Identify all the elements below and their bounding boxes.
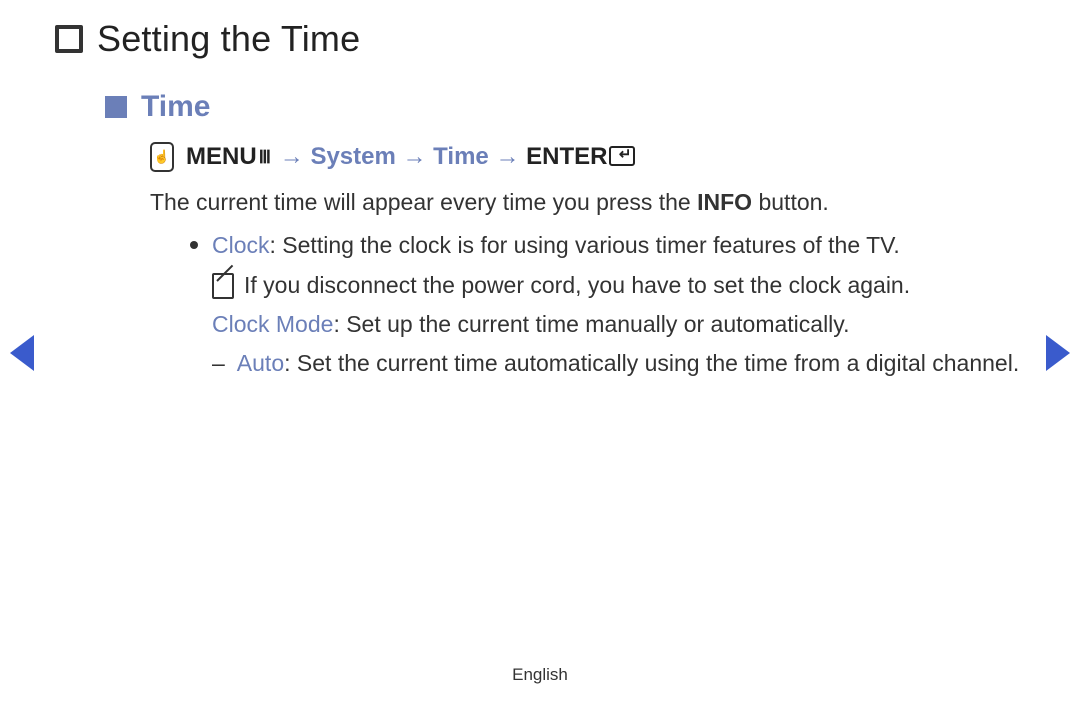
clock-text: : Setting the clock is for using various… [270,232,900,258]
intro-text: The current time will appear every time … [150,186,1025,219]
enter-icon [609,146,635,166]
hand-icon: ☝ [150,142,174,172]
footer-language: English [0,665,1080,685]
clock-mode-text: : Set up the current time manually or au… [333,311,849,337]
clock-mode-item: Clock Mode: Set up the current time manu… [212,308,1025,341]
page-title-row: Setting the Time [55,18,1025,60]
prev-page-button[interactable] [10,335,34,371]
clock-item: Clock: Setting the clock is for using va… [190,229,1025,262]
section-heading-row: Time [105,90,1025,124]
square-bullet-icon [105,96,127,118]
arrow-icon: → [495,143,519,170]
page-content: Setting the Time Time ☝ MENUⅢ → System →… [55,18,1025,381]
intro-pre: The current time will appear every time … [150,189,697,215]
bullet-block: Clock: Setting the clock is for using va… [190,229,1025,380]
nav-system: System [310,143,395,170]
page-title: Setting the Time [97,18,360,60]
auto-term: Auto [237,350,284,376]
intro-info: INFO [697,189,752,215]
arrow-icon: → [403,143,427,170]
clock-note-text: If you disconnect the power cord, you ha… [244,269,910,302]
menu-glyph-icon: Ⅲ [259,147,269,167]
nav-time: Time [433,143,489,170]
menu-label: MENU [186,143,257,170]
auto-item: – Auto: Set the current time automatical… [212,347,1025,380]
bullet-icon [190,241,198,249]
clock-mode-term: Clock Mode [212,311,333,337]
arrow-icon: → [280,143,304,170]
enter-label: ENTER [526,143,607,170]
dash-icon: – [212,347,225,380]
next-page-button[interactable] [1046,335,1070,371]
intro-post: button. [752,189,829,215]
section-heading: Time [141,90,210,124]
clock-note: If you disconnect the power cord, you ha… [212,269,1025,302]
clock-term: Clock [212,232,270,258]
clock-text-wrap: Clock: Setting the clock is for using va… [212,229,1025,262]
section-time: Time ☝ MENUⅢ → System → Time → ENTER The… [105,90,1025,381]
note-icon [212,273,234,299]
book-icon [55,25,83,53]
auto-text-wrap: Auto: Set the current time automatically… [237,347,1025,380]
auto-text: : Set the current time automatically usi… [284,350,1019,376]
menu-path: ☝ MENUⅢ → System → Time → ENTER [150,142,1025,172]
